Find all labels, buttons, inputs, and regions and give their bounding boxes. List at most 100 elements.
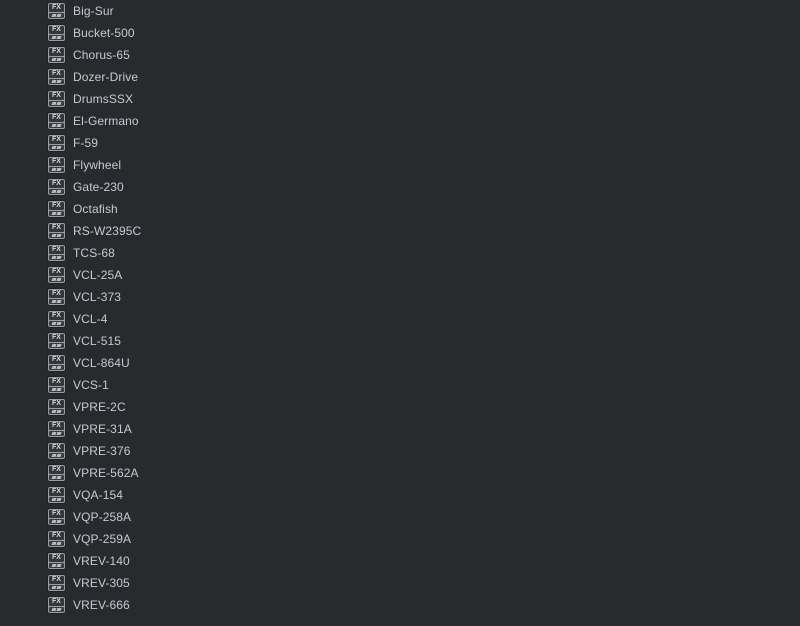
- list-item[interactable]: FX VPRE-31A: [0, 418, 800, 440]
- list-item-label: F-59: [73, 136, 99, 150]
- fx-icon-bars: [49, 321, 64, 326]
- fx-icon-label: FX: [49, 400, 64, 408]
- list-item-label: Bucket-500: [73, 26, 135, 40]
- fx-plugin-icon: FX: [48, 597, 65, 613]
- fx-icon-label: FX: [49, 444, 64, 452]
- fx-plugin-icon: FX: [48, 377, 65, 393]
- fx-icon-label: FX: [49, 422, 64, 430]
- list-item[interactable]: FX VQP-258A: [0, 506, 800, 528]
- fx-icon-bar: [56, 322, 62, 325]
- fx-icon-label: FX: [49, 26, 64, 34]
- list-item[interactable]: FX Big-Sur: [0, 0, 800, 22]
- fx-plugin-icon: FX: [48, 509, 65, 525]
- fx-icon-label: FX: [49, 290, 64, 298]
- fx-icon-bar: [56, 454, 62, 457]
- fx-icon-label: FX: [49, 180, 64, 188]
- fx-icon-bar: [56, 388, 62, 391]
- fx-icon-bars: [49, 123, 64, 128]
- list-item[interactable]: FX VCL-373: [0, 286, 800, 308]
- fx-icon-bar: [56, 476, 62, 479]
- list-item[interactable]: FX VCL-864U: [0, 352, 800, 374]
- list-item-label: VPRE-376: [73, 444, 131, 458]
- fx-icon-label: FX: [49, 334, 64, 342]
- fx-icon-bars: [49, 211, 64, 216]
- fx-icon-label: FX: [49, 268, 64, 276]
- list-item-label: Big-Sur: [73, 4, 114, 18]
- fx-icon-bar: [56, 146, 62, 149]
- fx-plugin-icon: FX: [48, 487, 65, 503]
- list-item[interactable]: FX F-59: [0, 132, 800, 154]
- list-item[interactable]: FX VCL-515: [0, 330, 800, 352]
- fx-icon-bar: [56, 190, 62, 193]
- list-item[interactable]: FX VQA-154: [0, 484, 800, 506]
- fx-icon-label: FX: [49, 532, 64, 540]
- fx-icon-bars: [49, 189, 64, 194]
- list-item[interactable]: FX El-Germano: [0, 110, 800, 132]
- fx-icon-bar: [56, 608, 62, 611]
- list-item[interactable]: FX Flywheel: [0, 154, 800, 176]
- list-item-label: VCL-4: [73, 312, 108, 326]
- fx-icon-bar: [56, 520, 62, 523]
- list-item[interactable]: FX VPRE-2C: [0, 396, 800, 418]
- list-item[interactable]: FX VCL-4: [0, 308, 800, 330]
- list-item[interactable]: FX Gate-230: [0, 176, 800, 198]
- fx-icon-label: FX: [49, 554, 64, 562]
- fx-icon-bar: [56, 58, 62, 61]
- fx-icon-bars: [49, 585, 64, 590]
- fx-icon-bars: [49, 35, 64, 40]
- fx-icon-bars: [49, 497, 64, 502]
- fx-plugin-icon: FX: [48, 179, 65, 195]
- list-item-label: Gate-230: [73, 180, 124, 194]
- list-item[interactable]: FX Bucket-500: [0, 22, 800, 44]
- list-item[interactable]: FX VREV-140: [0, 550, 800, 572]
- list-item-label: VCL-25A: [73, 268, 123, 282]
- fx-plugin-icon: FX: [48, 311, 65, 327]
- fx-plugin-icon: FX: [48, 553, 65, 569]
- fx-icon-bars: [49, 475, 64, 480]
- fx-plugin-icon: FX: [48, 135, 65, 151]
- list-item-label: DrumsSSX: [73, 92, 134, 106]
- fx-plugin-icon: FX: [48, 531, 65, 547]
- list-item[interactable]: FX VQP-259A: [0, 528, 800, 550]
- list-item[interactable]: FX VCS-1: [0, 374, 800, 396]
- list-item[interactable]: FX RS-W2395C: [0, 220, 800, 242]
- list-item-label: VCL-373: [73, 290, 122, 304]
- fx-icon-bar: [56, 256, 62, 259]
- fx-plugin-icon: FX: [48, 333, 65, 349]
- fx-icon-label: FX: [49, 598, 64, 606]
- fx-icon-label: FX: [49, 114, 64, 122]
- fx-icon-bar: [56, 586, 62, 589]
- list-item-label: VREV-666: [73, 598, 130, 612]
- list-item[interactable]: FX VPRE-562A: [0, 462, 800, 484]
- fx-icon-bars: [49, 79, 64, 84]
- fx-icon-bars: [49, 255, 64, 260]
- fx-icon-bars: [49, 57, 64, 62]
- list-item-label: Chorus-65: [73, 48, 130, 62]
- fx-plugin-icon: FX: [48, 47, 65, 63]
- list-item[interactable]: FX VREV-666: [0, 594, 800, 616]
- list-item[interactable]: FX DrumsSSX: [0, 88, 800, 110]
- list-item[interactable]: FX Chorus-65: [0, 44, 800, 66]
- list-item[interactable]: FX Dozer-Drive: [0, 66, 800, 88]
- fx-icon-label: FX: [49, 4, 64, 12]
- list-item-label: Dozer-Drive: [73, 70, 139, 84]
- list-item[interactable]: FX VPRE-376: [0, 440, 800, 462]
- fx-icon-bars: [49, 233, 64, 238]
- fx-icon-bar: [56, 278, 62, 281]
- plugin-list[interactable]: FX Big-Sur FX Bucket-500 FX Chorus-65 FX Dozer-…: [0, 0, 800, 626]
- list-item[interactable]: FX VREV-305: [0, 572, 800, 594]
- fx-plugin-icon: FX: [48, 355, 65, 371]
- list-item[interactable]: FX Octafish: [0, 198, 800, 220]
- list-item[interactable]: FX TCS-68: [0, 242, 800, 264]
- fx-icon-bars: [49, 519, 64, 524]
- list-item[interactable]: FX VCL-25A: [0, 264, 800, 286]
- fx-icon-bars: [49, 101, 64, 106]
- fx-icon-bars: [49, 563, 64, 568]
- fx-icon-label: FX: [49, 48, 64, 56]
- fx-plugin-icon: FX: [48, 421, 65, 437]
- fx-icon-label: FX: [49, 136, 64, 144]
- fx-icon-bar: [56, 234, 62, 237]
- fx-icon-bars: [49, 409, 64, 414]
- fx-plugin-icon: FX: [48, 113, 65, 129]
- list-item-label: TCS-68: [73, 246, 115, 260]
